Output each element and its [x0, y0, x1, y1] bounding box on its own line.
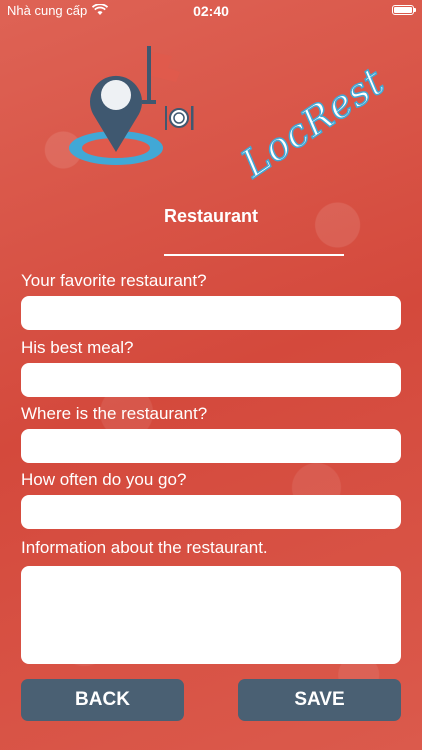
- restaurant-info-textarea[interactable]: [21, 566, 401, 664]
- favorite-restaurant-label: Your favorite restaurant?: [21, 271, 207, 290]
- best-meal-label: His best meal?: [21, 338, 134, 357]
- restaurant-info-label: Information about the restaurant.: [21, 538, 268, 557]
- visit-frequency-input[interactable]: [21, 495, 401, 529]
- restaurant-location-input[interactable]: [21, 429, 401, 463]
- restaurant-location-label: Where is the restaurant?: [21, 404, 208, 423]
- page-title: Restaurant: [163, 206, 259, 226]
- favorite-restaurant-input[interactable]: [21, 296, 401, 330]
- best-meal-input[interactable]: [21, 363, 401, 397]
- app-logo: LocRest: [60, 42, 393, 187]
- back-button[interactable]: BACK: [21, 679, 184, 721]
- title-divider: [164, 254, 344, 256]
- battery-icon: [392, 5, 416, 15]
- status-bar: Nhà cung cấp 02:40: [0, 0, 422, 22]
- save-button[interactable]: SAVE: [238, 679, 401, 721]
- visit-frequency-label: How often do you go?: [21, 470, 187, 489]
- clock: 02:40: [193, 3, 229, 19]
